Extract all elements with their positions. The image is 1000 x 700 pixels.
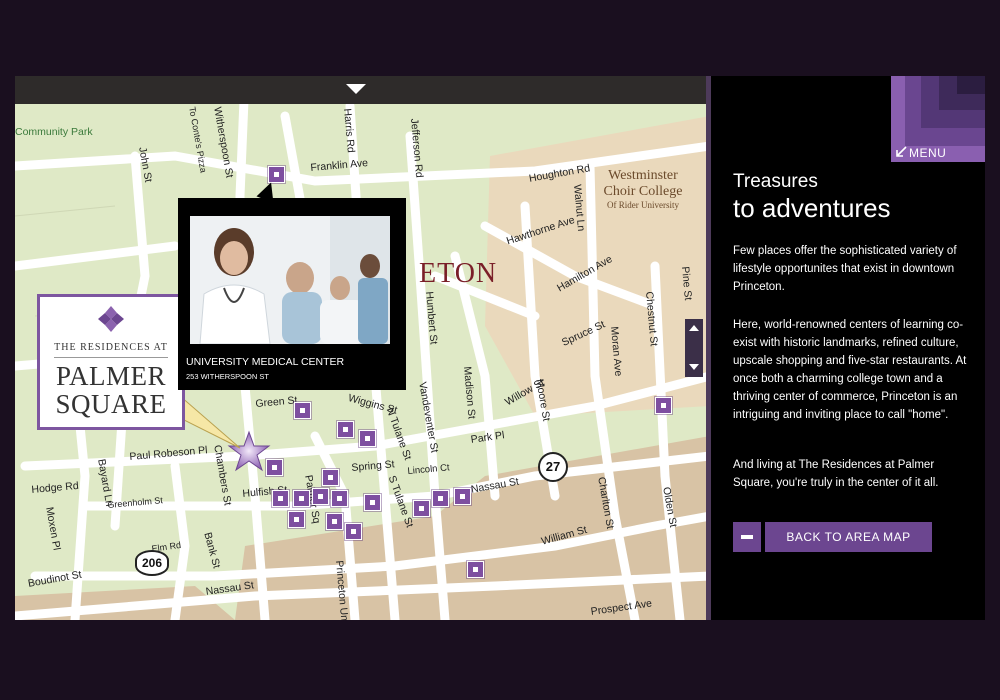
logo-lead-text: THE RESIDENCES AT [54, 342, 168, 353]
app-frame: Community Park To Conte's Pizza Withersp… [15, 76, 985, 620]
logo-connector [180, 396, 241, 449]
poi-marker[interactable] [312, 488, 329, 505]
poi-marker[interactable] [268, 166, 285, 183]
college-line1: Westminster [608, 168, 678, 183]
panel-title-large: to adventures [733, 193, 891, 223]
popup-address: 253 WITHERSPOON ST [186, 372, 269, 381]
poi-marker[interactable] [655, 397, 672, 414]
poi-marker[interactable] [326, 513, 343, 530]
poi-marker[interactable] [345, 523, 362, 540]
panel-title-small: Treasures [733, 171, 818, 192]
logo-line1: PALMER [55, 361, 167, 391]
map-scroll-control[interactable] [685, 319, 703, 377]
scroll-up-icon[interactable] [689, 325, 699, 331]
poi-marker[interactable] [432, 490, 449, 507]
poi-marker[interactable] [322, 469, 339, 486]
scroll-down-icon[interactable] [689, 364, 699, 370]
college-label: Westminster Choir College Of Rider Unive… [589, 168, 697, 210]
poi-marker[interactable] [467, 561, 484, 578]
popup-photo [190, 216, 390, 344]
poi-marker[interactable] [454, 488, 471, 505]
palmer-square-logo[interactable]: THE RESIDENCES AT PALMER SQUARE [37, 294, 185, 430]
poi-marker[interactable] [359, 430, 376, 447]
poi-popup[interactable]: UNIVERSITY MEDICAL CENTER 253 WITHERSPOO… [178, 198, 406, 390]
menu-label: MENU [909, 146, 947, 160]
logo-rule [54, 357, 168, 358]
poi-marker[interactable] [272, 490, 289, 507]
logo-line2: SQUARE [55, 389, 167, 419]
panel-paragraph-3: And living at The Residences at Palmer S… [733, 459, 939, 489]
poi-marker[interactable] [293, 490, 310, 507]
poi-marker[interactable] [288, 511, 305, 528]
poi-marker[interactable] [331, 490, 348, 507]
poi-marker[interactable] [337, 421, 354, 438]
poi-marker[interactable] [364, 494, 381, 511]
logo-flower-icon [98, 306, 124, 332]
city-label: ETON [419, 258, 498, 289]
map-top-bar [15, 76, 710, 104]
arrow-down-left-icon [896, 146, 907, 157]
minus-icon[interactable] [733, 522, 761, 552]
route-27-marker: 27 [538, 452, 568, 482]
poi-marker[interactable] [294, 402, 311, 419]
popup-title: UNIVERSITY MEDICAL CENTER [186, 356, 345, 368]
panel-paragraph-1: Few places offer the sophisticated varie… [733, 245, 957, 293]
info-panel: MENU Treasures to adventures Few places … [711, 76, 985, 620]
route-206-shield: 206 [135, 550, 169, 576]
area-map[interactable]: Community Park To Conte's Pizza Withersp… [15, 76, 710, 620]
park-label: Community Park [15, 126, 93, 138]
college-line2: Choir College [603, 184, 683, 199]
back-button-label[interactable]: BACK TO AREA MAP [765, 522, 932, 552]
college-line3: Of Rider University [607, 200, 679, 210]
poi-marker[interactable] [413, 500, 430, 517]
collapse-arrow-icon[interactable] [346, 84, 366, 94]
menu-button[interactable]: MENU [891, 76, 985, 162]
panel-paragraph-2: Here, world-renowned centers of learning… [733, 319, 967, 421]
